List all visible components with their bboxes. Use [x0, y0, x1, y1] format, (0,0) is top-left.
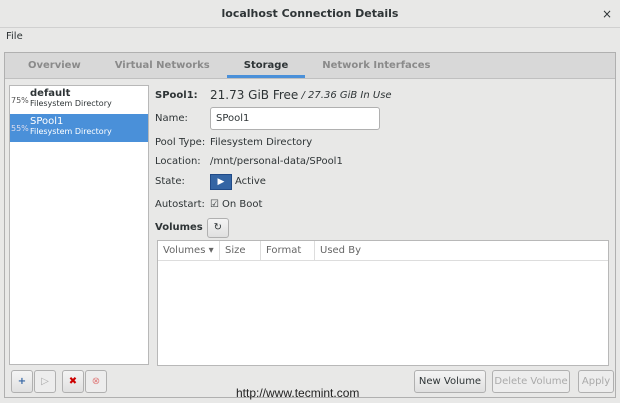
stop-pool-icon[interactable]: ⊗	[85, 370, 107, 393]
tab-overview[interactable]: Overview	[11, 53, 98, 78]
autostart-checkbox[interactable]: ☑	[210, 199, 219, 210]
volumes-header: Volumes ▾ Size Format Used By	[158, 241, 608, 261]
refresh-volumes-button[interactable]: ↻	[206, 217, 229, 238]
name-input[interactable]: SPool1	[210, 107, 380, 130]
window-title: localhost Connection Details	[221, 7, 399, 20]
tab-virtual-networks[interactable]: Virtual Networks	[98, 53, 227, 78]
tab-storage[interactable]: Storage	[226, 53, 306, 78]
volumes-table: Volumes ▾ Size Format Used By	[157, 240, 609, 366]
pool-name: default	[30, 88, 71, 99]
tab-network-interfaces[interactable]: Network Interfaces	[305, 53, 447, 78]
tab-bar: Overview Virtual Networks Storage Networ…	[5, 53, 615, 79]
name-label: Name:	[155, 113, 188, 124]
pool-item-spool1[interactable]: 55% SPool1 Filesystem Directory	[10, 114, 148, 142]
details-frame: Overview Virtual Networks Storage Networ…	[4, 52, 616, 398]
pool-name: SPool1	[30, 116, 64, 127]
autostart-label: Autostart:	[155, 199, 205, 210]
pool-type-label: Pool Type:	[155, 136, 206, 148]
pool-type-value: Filesystem Directory	[210, 136, 313, 148]
delete-volume-button[interactable]: Delete Volume	[492, 370, 570, 393]
start-pool-icon[interactable]: ▷	[34, 370, 56, 393]
add-pool-icon[interactable]: +	[11, 370, 33, 393]
column-size[interactable]: Size	[220, 241, 261, 260]
location-value: /mnt/personal-data/SPool1	[210, 155, 343, 167]
delete-pool-icon[interactable]: ✖	[62, 370, 84, 393]
pool-details: SPool1: 21.73 GiB Free / 27.36 GiB In Use…	[155, 85, 611, 366]
location-label: Location:	[155, 155, 201, 167]
pool-title: SPool1:	[155, 89, 198, 101]
column-volumes[interactable]: Volumes ▾	[158, 241, 220, 260]
play-icon: ▶	[210, 173, 232, 190]
pool-item-default[interactable]: 75% default Filesystem Directory	[10, 86, 148, 114]
pool-usage: 55%	[11, 124, 29, 133]
new-volume-button[interactable]: New Volume	[414, 370, 486, 393]
volumes-label: Volumes	[155, 222, 203, 233]
close-icon[interactable]: ×	[602, 0, 612, 28]
column-format[interactable]: Format	[261, 241, 315, 260]
autostart-value: On Boot	[221, 199, 263, 210]
state-label: State:	[155, 176, 185, 187]
pool-type: Filesystem Directory	[30, 127, 112, 136]
pool-list: 75% default Filesystem Directory 55% SPool1…	[9, 85, 149, 365]
pool-usage: 75%	[11, 96, 29, 105]
menu-bar: File	[0, 28, 620, 48]
watermark: http://www.tecmint.com	[236, 386, 360, 400]
column-used-by[interactable]: Used By	[315, 241, 366, 260]
menu-file[interactable]: File	[6, 31, 23, 42]
state-value: Active	[235, 176, 266, 187]
title-bar: localhost Connection Details ×	[0, 0, 620, 28]
pool-type: Filesystem Directory	[30, 99, 112, 108]
free-space: 21.73 GiB Free	[210, 88, 299, 102]
in-use-space: / 27.36 GiB In Use	[301, 89, 392, 101]
apply-button[interactable]: Apply	[578, 370, 614, 393]
